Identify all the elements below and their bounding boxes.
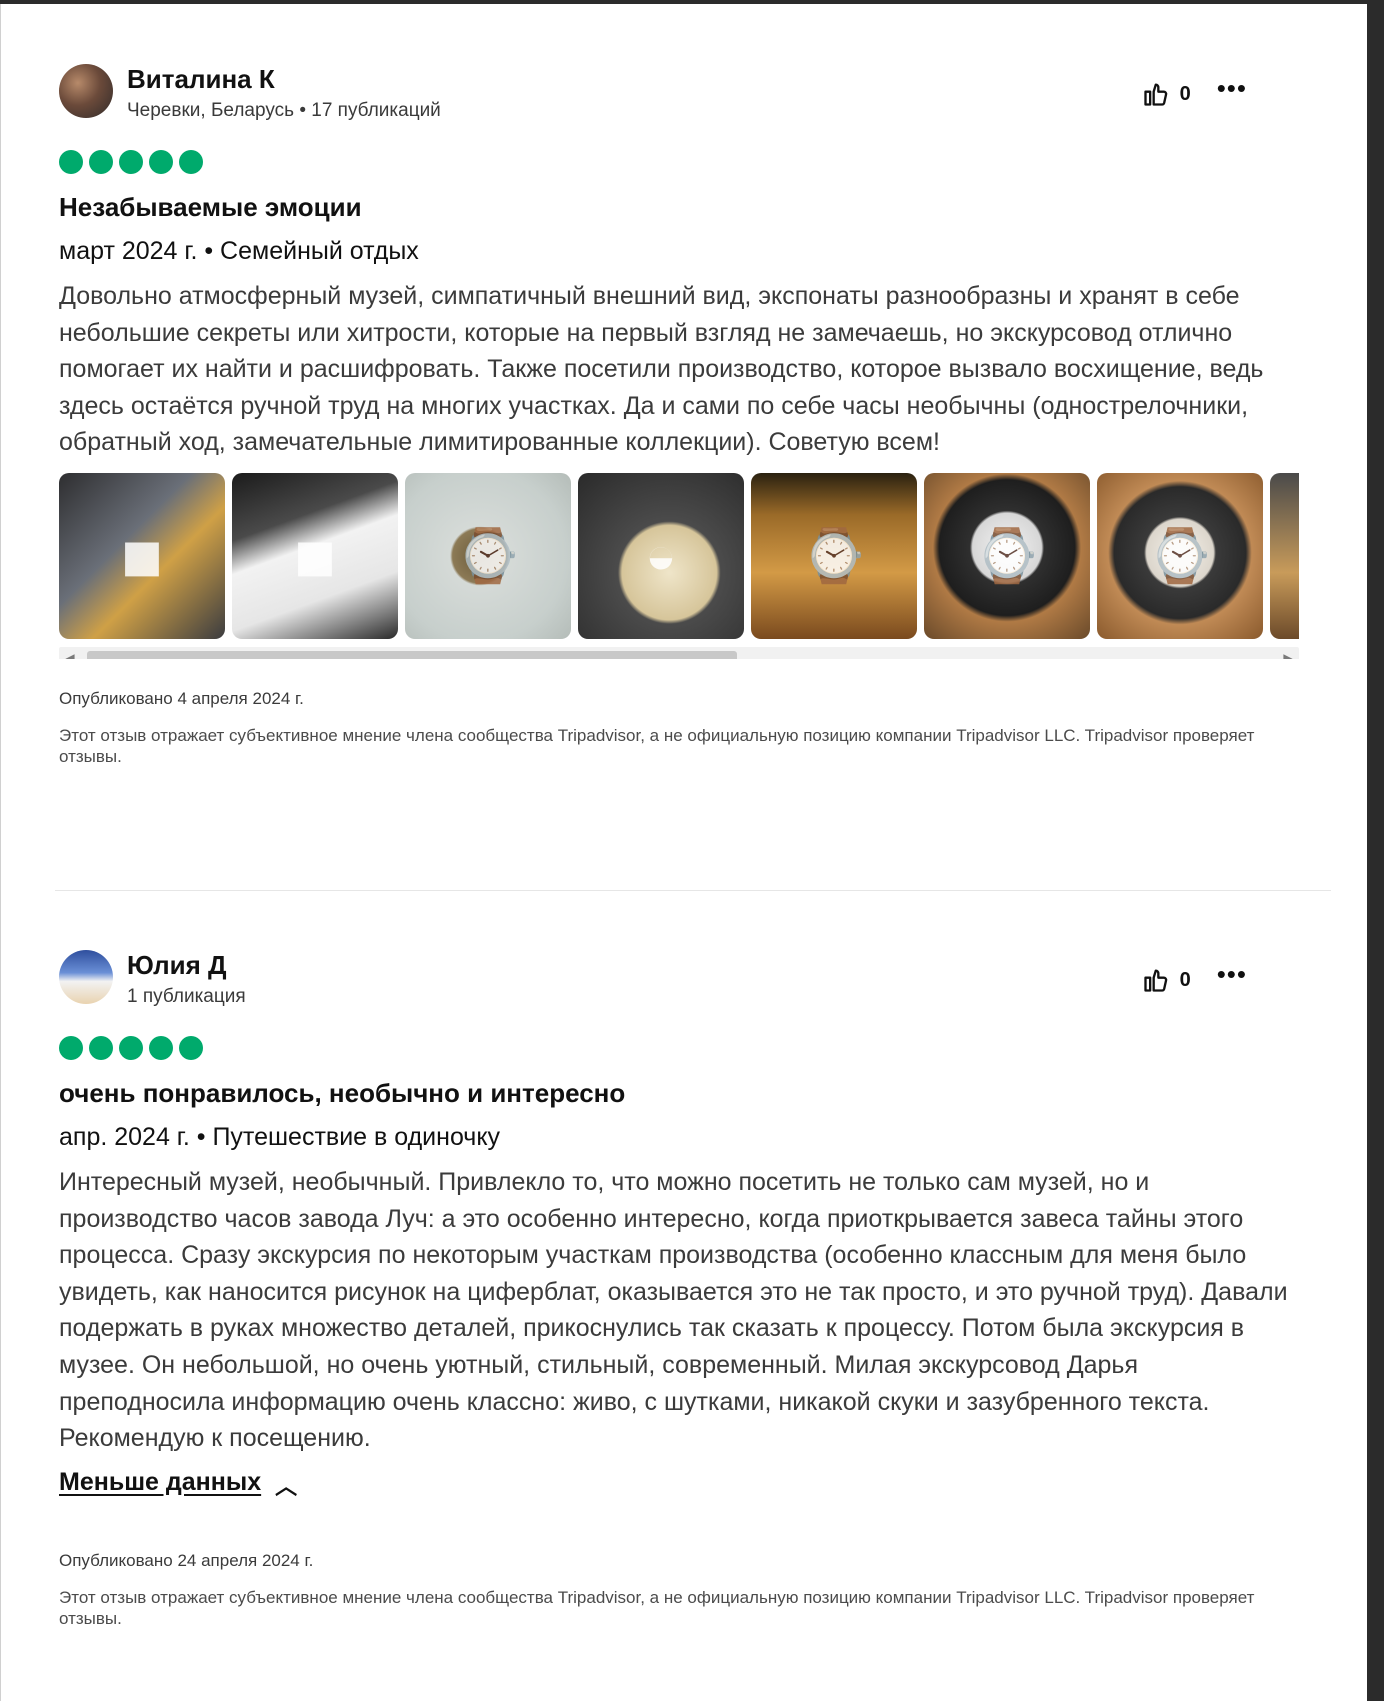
pocket-watch-icon: ⌚ [455, 527, 521, 586]
review-photo[interactable]: ⌚ [924, 472, 1090, 639]
review-photo[interactable]: ◼ [59, 472, 225, 639]
helpful-button[interactable]: 0 [1142, 80, 1191, 108]
watch-icon: ⌚ [1147, 527, 1213, 586]
more-options-icon[interactable]: ••• [1217, 961, 1247, 987]
scrollbar-thumb[interactable] [87, 650, 737, 659]
reviewer-name[interactable]: Виталина К [127, 64, 275, 95]
chevron-up-icon: ︿ [275, 1473, 298, 1499]
rating-bubble [89, 150, 113, 174]
disclaimer: Этот отзыв отражает субъективное мнение … [59, 725, 1255, 766]
review-header: Виталина К Черевки, Беларусь • 17 публик… [59, 56, 1299, 121]
reviews-panel: Виталина К Черевки, Беларусь • 17 публик… [0, 4, 1367, 1701]
published-date: Опубликовано 24 апреля 2024 г. [59, 1550, 314, 1570]
review-header: Юлия Д 1 публикация 0 ••• [59, 942, 1299, 1007]
review-actions: 0 ••• [1142, 961, 1247, 994]
rating-bubble [149, 1036, 173, 1060]
review-photo[interactable]: ⌚ [751, 472, 917, 639]
thumbs-up-icon [1143, 83, 1167, 106]
avatar[interactable] [59, 64, 113, 118]
rating-bubbles [59, 150, 1299, 178]
avatar[interactable] [59, 950, 113, 1004]
review-text: Интересный музей, необычный. Привлекло т… [59, 1168, 1288, 1453]
more-options-icon[interactable]: ••• [1217, 75, 1247, 101]
reviewer-meta: Черевки, Беларусь • 17 публикаций [127, 100, 441, 121]
photo-icon: ◼ [293, 526, 337, 585]
helpful-count: 0 [1179, 968, 1191, 991]
review-title[interactable]: Незабываемые эмоции [59, 192, 1299, 223]
photo-icon: ◼ [120, 526, 164, 585]
rating-bubble [179, 1036, 203, 1060]
helpful-button[interactable]: 0 [1142, 966, 1191, 994]
published-date: Опубликовано 4 апреля 2024 г. [59, 688, 304, 708]
rating-bubbles [59, 1036, 1299, 1064]
scroll-left-icon[interactable]: ◀ [59, 647, 81, 659]
watch-icon: ⌚ [974, 527, 1040, 586]
review-photo[interactable]: ⌚ [405, 472, 571, 639]
review-divider [55, 890, 1331, 891]
photo-carousel: ◼ ◼ ⌚ ◒ ⌚ ⌚ ⌚ ◀ ▶ [59, 472, 1299, 659]
review-actions: 0 ••• [1142, 75, 1247, 108]
trip-info: апр. 2024 г. • Путешествие в одиночку [59, 1123, 501, 1151]
show-less-button[interactable]: Меньше данных ︿ [59, 1467, 297, 1499]
trip-info: март 2024 г. • Семейный отдых [59, 237, 419, 265]
rating-bubble [149, 150, 173, 174]
review-title[interactable]: очень понравилось, необычно и интересно [59, 1078, 1299, 1109]
review-text: Довольно атмосферный музей, симпатичный … [59, 282, 1264, 457]
show-less-label: Меньше данных [59, 1468, 262, 1497]
review-card: Виталина К Черевки, Беларусь • 17 публик… [59, 56, 1299, 767]
reviewer-meta: 1 публикация [127, 986, 246, 1007]
review-card: Юлия Д 1 публикация 0 ••• очень понравил… [59, 942, 1299, 1629]
stone-icon: ◒ [645, 526, 677, 585]
scroll-right-icon[interactable]: ▶ [1277, 647, 1299, 659]
rating-bubble [59, 150, 83, 174]
review-photo[interactable]: ◼ [232, 472, 398, 639]
rating-bubble [89, 1036, 113, 1060]
rating-bubble [119, 1036, 143, 1060]
helpful-count: 0 [1179, 82, 1191, 105]
disclaimer: Этот отзыв отражает субъективное мнение … [59, 1587, 1255, 1628]
rating-bubble [119, 150, 143, 174]
review-photo[interactable]: ⌚ [1097, 472, 1263, 639]
rating-bubble [59, 1036, 83, 1060]
review-photo[interactable]: ◒ [578, 472, 744, 639]
review-photo[interactable] [1270, 472, 1299, 639]
watch-icon: ⌚ [801, 527, 867, 586]
photo-carousel-scrollbar[interactable]: ◀ ▶ [59, 646, 1299, 659]
rating-bubble [179, 150, 203, 174]
thumbs-up-icon [1143, 969, 1167, 992]
reviewer-name[interactable]: Юлия Д [127, 950, 227, 981]
